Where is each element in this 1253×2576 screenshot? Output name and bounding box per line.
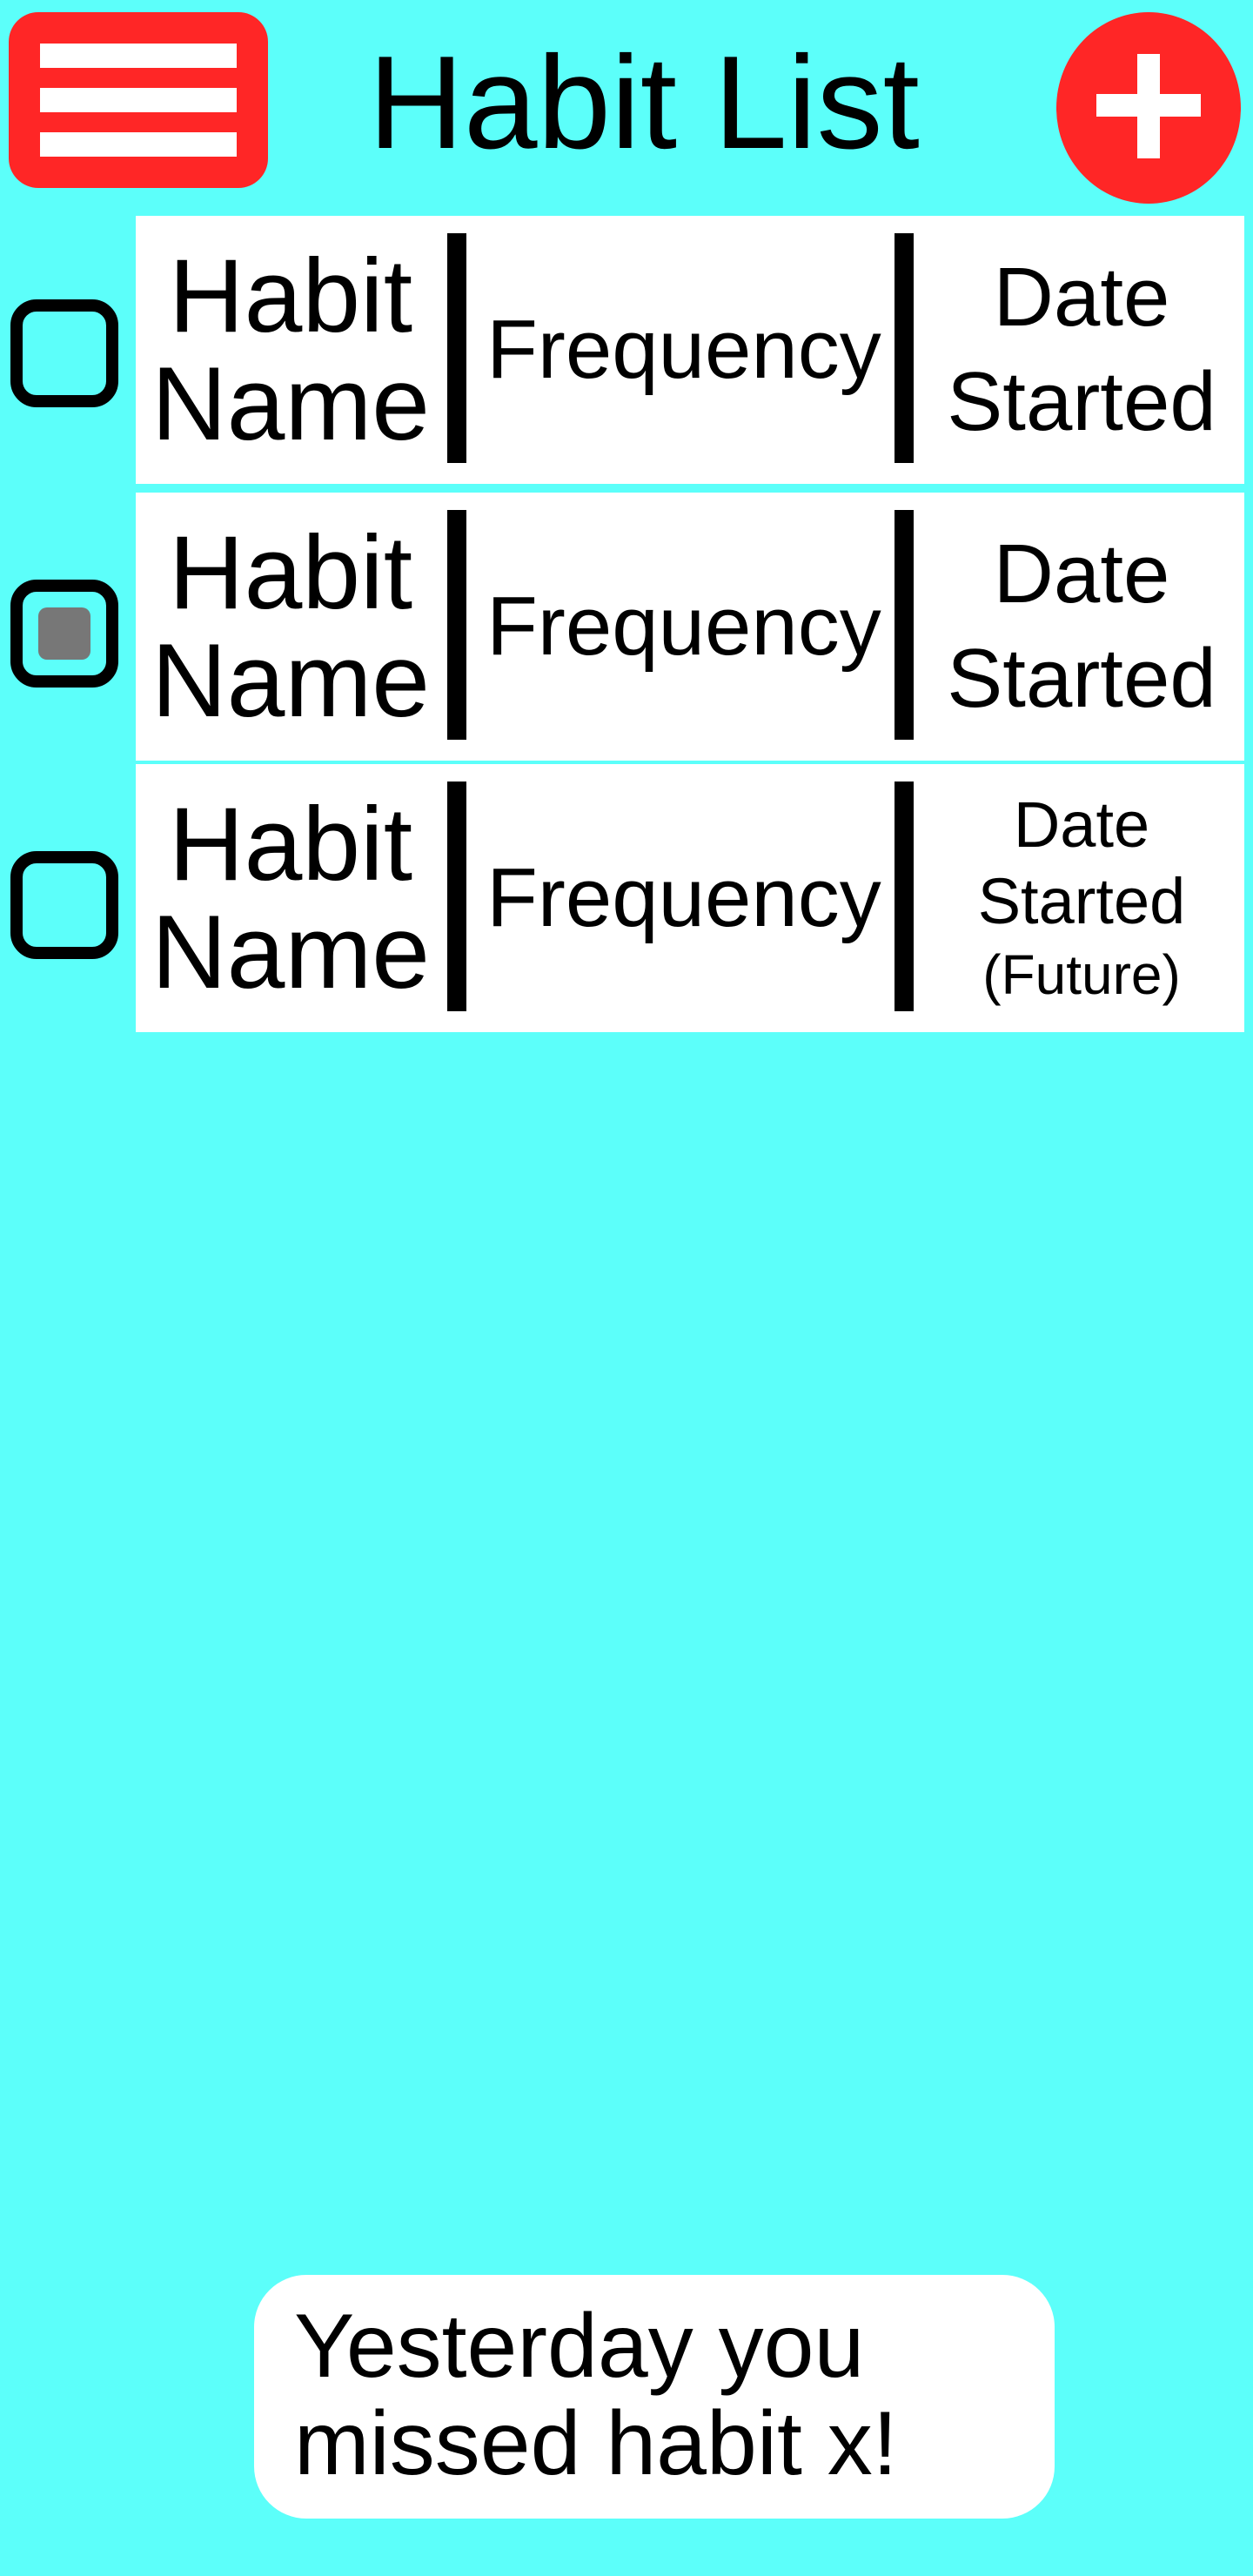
date-line: Started (947, 355, 1216, 448)
habit-frequency: Frequency (486, 580, 881, 673)
habit-date-started: Date Started (919, 493, 1244, 761)
date-line: Date (993, 251, 1170, 344)
habit-name-line: Habit (168, 238, 413, 354)
habit-checkbox[interactable] (10, 299, 118, 407)
habit-name-line: Name (151, 345, 431, 462)
habit-name-line: Name (151, 622, 431, 739)
future-note: (Future) (982, 943, 1181, 1006)
page-title: Habit List (368, 29, 920, 177)
toast-line: missed habit x! (294, 2393, 898, 2494)
column-divider (895, 782, 914, 1011)
plus-icon-vertical (1137, 54, 1160, 158)
column-divider (447, 782, 466, 1011)
missed-habit-toast[interactable]: Yesterday you missed habit x! (254, 2275, 1055, 2519)
add-habit-button[interactable] (1056, 12, 1241, 204)
habit-checkbox[interactable] (10, 851, 118, 959)
toast-line: Yesterday you (294, 2296, 865, 2397)
habit-row[interactable]: Habit Name Frequency Date Started (Futur… (136, 764, 1244, 1032)
habit-frequency: Frequency (486, 303, 881, 396)
hamburger-menu-icon-bar (40, 132, 237, 157)
menu-button[interactable] (9, 12, 268, 188)
habit-date-started: Date Started (919, 216, 1244, 484)
habit-name: Habit Name (136, 493, 446, 761)
habit-checkbox[interactable] (10, 580, 118, 688)
habit-name: Habit Name (136, 216, 446, 484)
date-line: Started (947, 632, 1216, 725)
habit-name: Habit Name (136, 764, 446, 1032)
habit-name-line: Habit (168, 514, 413, 631)
checkbox-filled-indicator (38, 607, 90, 660)
hamburger-menu-icon-bar (40, 88, 237, 112)
date-line: Date (1013, 788, 1150, 861)
date-line: Started (977, 865, 1186, 937)
column-divider (447, 233, 466, 463)
habit-date-started: Date Started (Future) (919, 764, 1244, 1032)
date-line: Date (993, 527, 1170, 621)
habit-name-line: Habit (168, 786, 413, 902)
habit-frequency: Frequency (486, 851, 881, 944)
column-divider (895, 510, 914, 740)
habit-row[interactable]: Habit Name Frequency Date Started (136, 216, 1244, 484)
habit-name-line: Name (151, 894, 431, 1010)
column-divider (895, 233, 914, 463)
habit-row[interactable]: Habit Name Frequency Date Started (136, 493, 1244, 761)
hamburger-menu-icon (40, 44, 237, 68)
column-divider (447, 510, 466, 740)
